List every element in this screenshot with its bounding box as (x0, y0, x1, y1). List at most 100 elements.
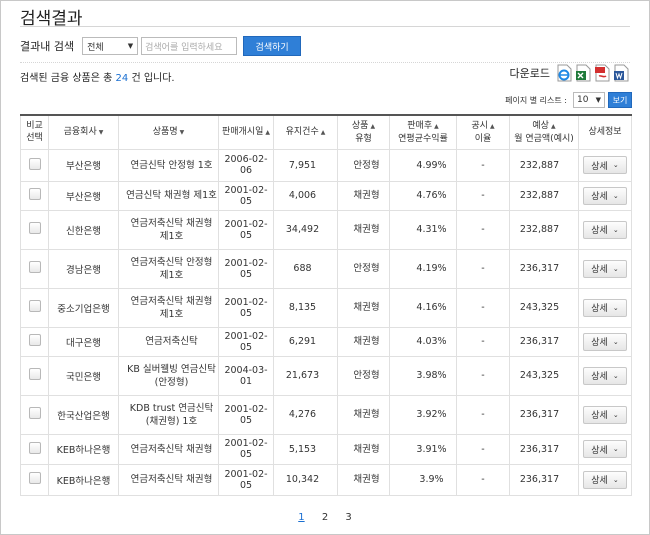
search-input-placeholder: 검색어를 입력하세요 (145, 42, 223, 53)
chevron-down-icon: ⌄ (612, 410, 619, 419)
summary-prefix: 검색된 금융 상품은 총 (20, 73, 113, 84)
compare-cell (20, 287, 49, 328)
compare-checkbox[interactable] (28, 222, 41, 234)
detail-button[interactable]: 상세 ⌄ (583, 186, 627, 205)
product-name-cell: 연금저축신탁 안정형 제1호 (118, 248, 219, 289)
col-product[interactable]: 상품명 ▼ (118, 114, 219, 150)
table-row: KEB하나은행 연금저축신탁 채권형 2001-02-05 10,342 채권형 3.9%… (20, 463, 632, 496)
excel-icon[interactable] (575, 64, 591, 82)
yield-cell: 4.76% (389, 180, 457, 211)
title-divider (20, 26, 630, 27)
product-name-cell: 연금신탁 채권형 제1호 (118, 180, 219, 211)
compare-checkbox[interactable] (28, 472, 41, 484)
chevron-down-icon: ▼ (595, 96, 601, 104)
page-link[interactable]: 1 (298, 512, 304, 523)
launch-date-cell: 2001-02-05 (218, 433, 274, 465)
col-yield[interactable]: 판매후 ▲ 연평균수익률 (389, 114, 457, 150)
company-cell: 경남은행 (48, 248, 119, 289)
detail-button[interactable]: 상세 ⌄ (583, 220, 627, 239)
chevron-down-icon: ▼ (127, 42, 134, 50)
table-row: 부산은행 연금신탁 채권형 제1호 2001-02-05 4,006 채권형 4.76% -… (20, 180, 632, 211)
col-type[interactable]: 상품 ▲ 유형 (337, 114, 390, 150)
expected-cell: 243,325 (509, 287, 579, 328)
word-icon[interactable] (613, 64, 629, 82)
col-company[interactable]: 금융회사 ▼ (48, 114, 119, 150)
launch-date-cell: 2001-02-05 (218, 287, 274, 328)
detail-button[interactable]: 상세 ⌄ (583, 298, 627, 317)
product-name-cell: 연금신탁 안정형 1호 (118, 148, 219, 182)
chevron-down-icon: ⌄ (612, 303, 619, 312)
compare-checkbox[interactable] (28, 188, 41, 200)
col-expected[interactable]: 예상 ▲ 월 연금액(예시) (509, 114, 579, 150)
col-launch-date[interactable]: 판매개시일 ▲ (218, 114, 274, 150)
pdf-icon[interactable] (594, 64, 610, 82)
detail-button[interactable]: 상세 ⌄ (583, 259, 627, 278)
per-page-select[interactable]: 10 ▼ (573, 92, 605, 108)
type-cell: 채권형 (337, 209, 390, 250)
detail-button[interactable]: 상세 ⌄ (583, 366, 627, 385)
compare-checkbox[interactable] (28, 334, 41, 346)
disclosure-cell: - (456, 209, 510, 250)
detail-label: 상세 (591, 338, 608, 348)
page-link[interactable]: 3 (345, 512, 351, 523)
results-table: 비교 선택 금융회사 ▼ 상품명 ▼ 판매개시일 ▲ 유지건수 ▲ 상품 ▲ 유형 판매후 ▲ 연… (20, 114, 632, 496)
search-scope-select[interactable]: 전체 ▼ (82, 37, 139, 55)
detail-label: 상세 (591, 411, 608, 421)
table-row: KEB하나은행 연금저축신탁 채권형 2001-02-05 5,153 채권형 3.91%… (20, 433, 632, 465)
launch-date-cell: 2001-02-05 (218, 463, 274, 496)
detail-button[interactable]: 상세 ⌄ (583, 332, 627, 351)
detail-label: 상세 (591, 476, 608, 486)
col-count[interactable]: 유지건수 ▲ (273, 114, 338, 150)
product-name-cell: 연금저축신탁 채권형 (118, 433, 219, 465)
compare-checkbox[interactable] (28, 157, 41, 170)
product-name-cell: 연금저축신탁 채권형 (118, 463, 219, 496)
count-cell: 6,291 (273, 326, 338, 357)
company-cell: KEB하나은행 (48, 463, 119, 496)
company-cell: 부산은행 (48, 180, 119, 211)
count-cell: 8,135 (273, 287, 338, 328)
detail-cell: 상세 ⌄ (578, 148, 632, 182)
col-disclosure[interactable]: 공시 ▲ 이율 (456, 114, 510, 150)
detail-button[interactable]: 상세 ⌄ (583, 405, 627, 424)
detail-cell: 상세 ⌄ (578, 180, 632, 211)
detail-button[interactable]: 상세 ⌄ (583, 156, 627, 174)
type-cell: 채권형 (337, 433, 390, 465)
col-compare: 비교 선택 (20, 114, 49, 150)
expected-cell: 232,887 (509, 180, 579, 211)
page-link[interactable]: 2 (322, 512, 328, 523)
internet-explorer-icon[interactable] (556, 64, 572, 82)
count-cell: 5,153 (273, 433, 338, 465)
disclosure-cell: - (456, 248, 510, 289)
search-input[interactable]: 검색어를 입력하세요 (141, 37, 238, 55)
detail-cell: 상세 ⌄ (578, 248, 632, 289)
download-label: 다운로드 (509, 67, 550, 80)
detail-button[interactable]: 상세 ⌄ (583, 470, 627, 489)
sort-up-icon: ▲ (265, 128, 271, 136)
search-bar: 결과내 검색 전체 ▼ 검색어를 입력하세요 검색하기 (20, 36, 302, 56)
search-scope-value: 전체 (87, 42, 104, 53)
product-name-cell: KB 실버웰빙 연금신탁(안정형) (118, 355, 219, 396)
search-button[interactable]: 검색하기 (243, 36, 302, 56)
disclosure-cell: - (456, 148, 510, 182)
compare-checkbox[interactable] (28, 261, 41, 273)
disclosure-cell: - (456, 326, 510, 357)
view-button[interactable]: 보기 (608, 92, 632, 108)
yield-cell: 4.19% (389, 248, 457, 289)
compare-checkbox[interactable] (28, 368, 41, 380)
type-cell: 안정형 (337, 355, 390, 396)
download-bar: 다운로드 (510, 64, 632, 82)
compare-checkbox[interactable] (28, 441, 41, 454)
compare-checkbox[interactable] (28, 407, 41, 419)
compare-checkbox[interactable] (28, 300, 41, 312)
yield-cell: 3.98% (389, 355, 457, 396)
per-page-label: 페이지 별 리스트 : (505, 95, 567, 105)
expected-cell: 236,317 (509, 433, 579, 465)
type-cell: 채권형 (337, 287, 390, 328)
count-cell: 688 (273, 248, 338, 289)
expected-cell: 232,887 (509, 148, 579, 182)
chevron-down-icon: ⌄ (612, 371, 619, 380)
launch-date-cell: 2004-03-01 (218, 355, 274, 396)
compare-cell (20, 326, 49, 357)
company-cell: 국민은행 (48, 355, 119, 396)
detail-button[interactable]: 상세 ⌄ (583, 440, 627, 458)
